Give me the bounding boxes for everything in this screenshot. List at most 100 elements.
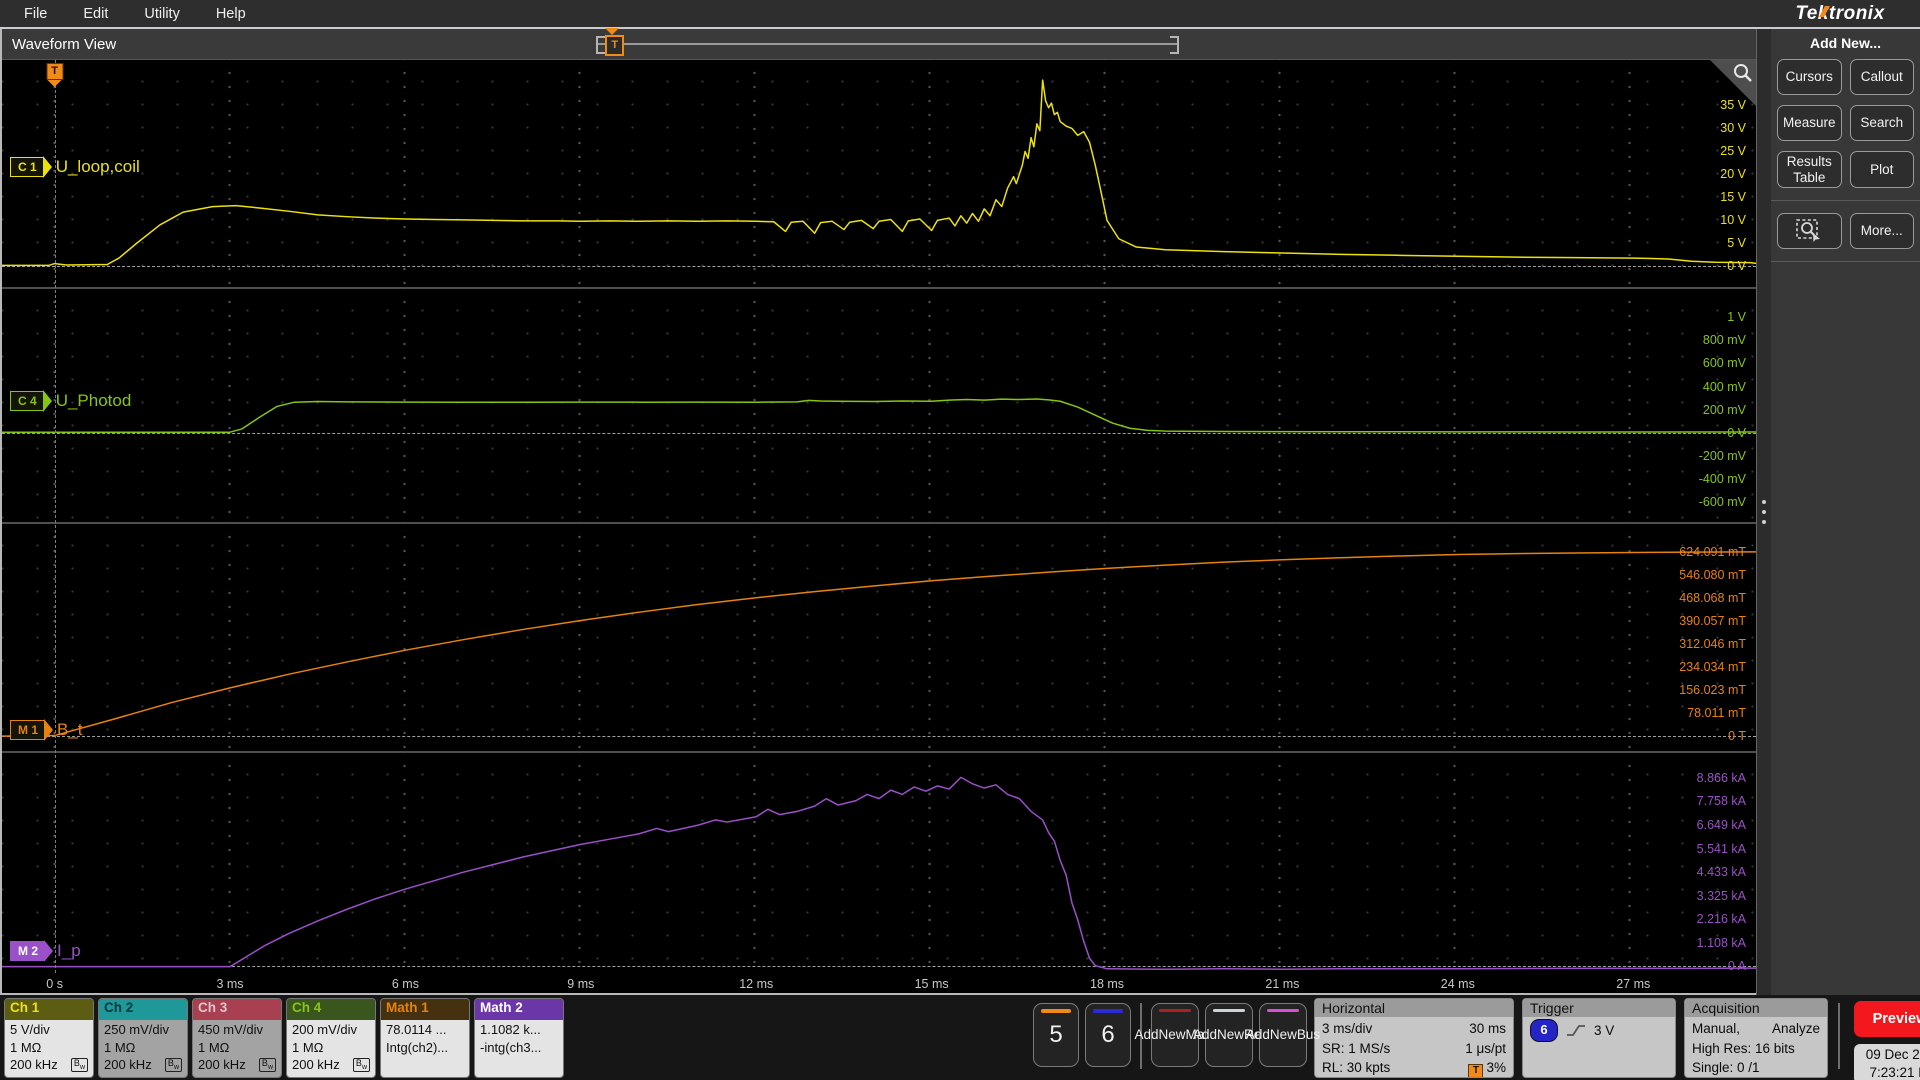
channel-setting: 200 mV/div [292, 1022, 358, 1037]
channel-6-button[interactable]: 6 [1085, 1003, 1131, 1067]
add-new-math-button[interactable]: Add New Math [1134, 1003, 1216, 1067]
channel-card-body-ch2: 250 mV/div 1 MΩ 200 kHz Bw [99, 1020, 187, 1077]
channel-setting: 200 kHz [10, 1057, 58, 1073]
channel-chip-math1[interactable]: M 1 [10, 720, 46, 741]
channel-number-buttons: 56 [1030, 995, 1134, 1067]
waveform-slice-ch1: 35 V 30 V 25 V 20 V 15 V 10 V5 V0 VC 1 U_loop,… [2, 60, 1756, 288]
channel-card-ch4[interactable]: Ch 4 200 mV/div 1 MΩ 200 kHz Bw [286, 998, 376, 1078]
sidebar-measure-button[interactable]: Measure [1777, 105, 1842, 141]
channel-setting: 1 MΩ [10, 1039, 42, 1055]
y-axis-label: 10 V [1720, 213, 1746, 228]
channel-card-title-ch1: Ch 1 [5, 999, 93, 1020]
channel-card-body-math2: 1.1082 k... -intg(ch3... [475, 1020, 563, 1077]
menu-help[interactable]: Help [202, 3, 260, 25]
trace-ch4 [2, 289, 1756, 522]
channel-5-button[interactable]: 5 [1033, 1003, 1079, 1067]
channel-card-title-math1: Math 1 [381, 999, 469, 1020]
channel-card-ch1[interactable]: Ch 1 5 V/div 1 MΩ 200 kHz Bw [4, 998, 94, 1078]
channel-card-body-ch1: 5 V/div 1 MΩ 200 kHz Bw [5, 1020, 93, 1077]
zoom-select-icon [1796, 219, 1821, 243]
overview-left-bracket[interactable] [596, 36, 606, 54]
channel-setting: 1 MΩ [198, 1039, 230, 1055]
menu-file[interactable]: File [10, 3, 61, 25]
y-axis-label: 200 mV [1702, 402, 1746, 417]
y-axis-label: 5 V [1727, 236, 1746, 251]
overview-line [598, 43, 1178, 45]
y-axis-label: 234.034 mT [1679, 660, 1746, 675]
acquisition-mode: Manual, [1692, 1021, 1741, 1036]
sidebar-callout-button[interactable]: Callout [1849, 59, 1914, 95]
preview-button[interactable]: Preview [1854, 1001, 1920, 1037]
sidebar-search-button[interactable]: Search [1849, 105, 1914, 141]
add-new-bus-button[interactable]: Add New Bus [1246, 1003, 1320, 1067]
channel-cards: Ch 1 5 V/div 1 MΩ 200 kHz Bw Ch 2 250 mV/div 1 … [4, 995, 568, 1078]
overview-trigger-marker[interactable]: T [605, 35, 625, 56]
channel-badge-math2[interactable]: M 2 I_p [10, 940, 81, 961]
more-button[interactable]: More... [1849, 213, 1914, 250]
channel-badge-ch4[interactable]: C 4 U_Photod [10, 391, 132, 412]
channel-card-math2[interactable]: Math 2 1.1082 k... -intg(ch3... [474, 998, 564, 1078]
menu-edit[interactable]: Edit [69, 3, 122, 25]
zoom-select-button[interactable] [1777, 213, 1842, 250]
y-axis-label: 0 V [1727, 259, 1746, 274]
channel-card-title-ch4: Ch 4 [287, 999, 375, 1020]
trigger-position-flag[interactable]: T [46, 63, 64, 87]
horizontal-panel[interactable]: Horizontal 3 ms/div 30 ms SR: 1 MS/s 1 μs/… [1314, 998, 1514, 1078]
y-axis-label: 800 mV [1702, 333, 1746, 348]
acquisition-resolution: High Res: 16 bits [1692, 1040, 1795, 1056]
x-axis-tick: 9 ms [567, 977, 595, 991]
zoom-corner-button[interactable] [1710, 60, 1756, 106]
sidebar-results-table-button[interactable]: Results Table [1777, 151, 1842, 189]
channel-card-body-ch3: 450 mV/div 1 MΩ 200 kHz Bw [193, 1020, 281, 1077]
y-axis-label: 600 mV [1702, 356, 1746, 371]
channel-chip-ch4[interactable]: C 4 [10, 391, 44, 412]
acquisition-panel-title: Acquisition [1685, 999, 1827, 1017]
bandwidth-badge: Bw [164, 1057, 182, 1073]
x-axis-tick: 0 s [46, 977, 63, 991]
channel-setting: 1 MΩ [104, 1039, 136, 1055]
trace-math1 [2, 524, 1756, 750]
trigger-position: T 3% [1468, 1058, 1506, 1077]
horizontal-overview-bar[interactable]: T [596, 28, 1180, 56]
channel-card-ch3[interactable]: Ch 3 450 mV/div 1 MΩ 200 kHz Bw [192, 998, 282, 1078]
channel-setting: 200 kHz [198, 1057, 246, 1073]
oscilloscope-app: File Edit Utility Help Tektronix Waveform V… [0, 0, 1920, 1080]
channel-card-ch2[interactable]: Ch 2 250 mV/div 1 MΩ 200 kHz Bw [98, 998, 188, 1078]
sidebar-cursors-button[interactable]: Cursors [1777, 59, 1842, 95]
channel-label-math2: I_p [57, 940, 81, 960]
channel-card-math1[interactable]: Math 1 78.0114 ... Intg(ch2)... [380, 998, 470, 1078]
sidebar: Add New... Cursors Callout Measure Search Re… [1771, 29, 1920, 995]
y-axis-label: 6.649 kA [1696, 817, 1746, 832]
y-axis-label: 156.023 mT [1679, 683, 1746, 698]
waveform-view-title: Waveform View [12, 35, 117, 53]
trace-math2 [2, 753, 1756, 973]
waveform-slice-math1: 624.091 mT 546.080 mT 468.068 mT 390.057 mT… [2, 524, 1756, 751]
channel-chip-math2[interactable]: M 2 [10, 940, 46, 961]
horizontal-panel-title: Horizontal [1315, 999, 1513, 1017]
x-axis-tick: 24 ms [1440, 977, 1475, 991]
y-axis-label: 30 V [1720, 121, 1746, 136]
x-axis-tick: 15 ms [914, 977, 949, 991]
trigger-panel[interactable]: Trigger 6 3 V [1522, 998, 1676, 1078]
acquisition-single: Single: 0 /1 [1692, 1060, 1760, 1076]
y-axis-label: 78.011 mT [1687, 706, 1746, 721]
x-axis-tick: 27 ms [1616, 977, 1651, 991]
y-axis-label: 468.068 mT [1679, 591, 1746, 606]
record-length: RL: 30 kpts [1322, 1060, 1391, 1076]
channel-badge-math1[interactable]: M 1 B_t [10, 720, 83, 741]
channel-label-ch4: U_Photod [55, 391, 132, 411]
channel-badge-ch1[interactable]: C 1 U_loop,coil [10, 156, 140, 177]
acquisition-panel[interactable]: Acquisition Manual, Analyze High Res: 16 … [1684, 998, 1828, 1078]
sidebar-plot-button[interactable]: Plot [1849, 151, 1914, 189]
menu-utility[interactable]: Utility [130, 3, 193, 25]
x-axis-tick: 12 ms [739, 977, 774, 991]
channel-chip-ch1[interactable]: C 1 [10, 156, 44, 177]
y-axis-label: -200 mV [1698, 448, 1746, 463]
sidebar-buttons: Cursors Callout Measure Search Results Table… [1777, 59, 1914, 189]
acquisition-analyze: Analyze [1771, 1021, 1820, 1036]
panel-drag-handle[interactable] [1756, 29, 1771, 995]
overview-right-bracket[interactable] [1170, 36, 1180, 54]
y-axis-label: 0 T [1728, 729, 1746, 744]
channel-setting: -intg(ch3... [480, 1039, 542, 1055]
separator [1838, 1003, 1840, 1069]
